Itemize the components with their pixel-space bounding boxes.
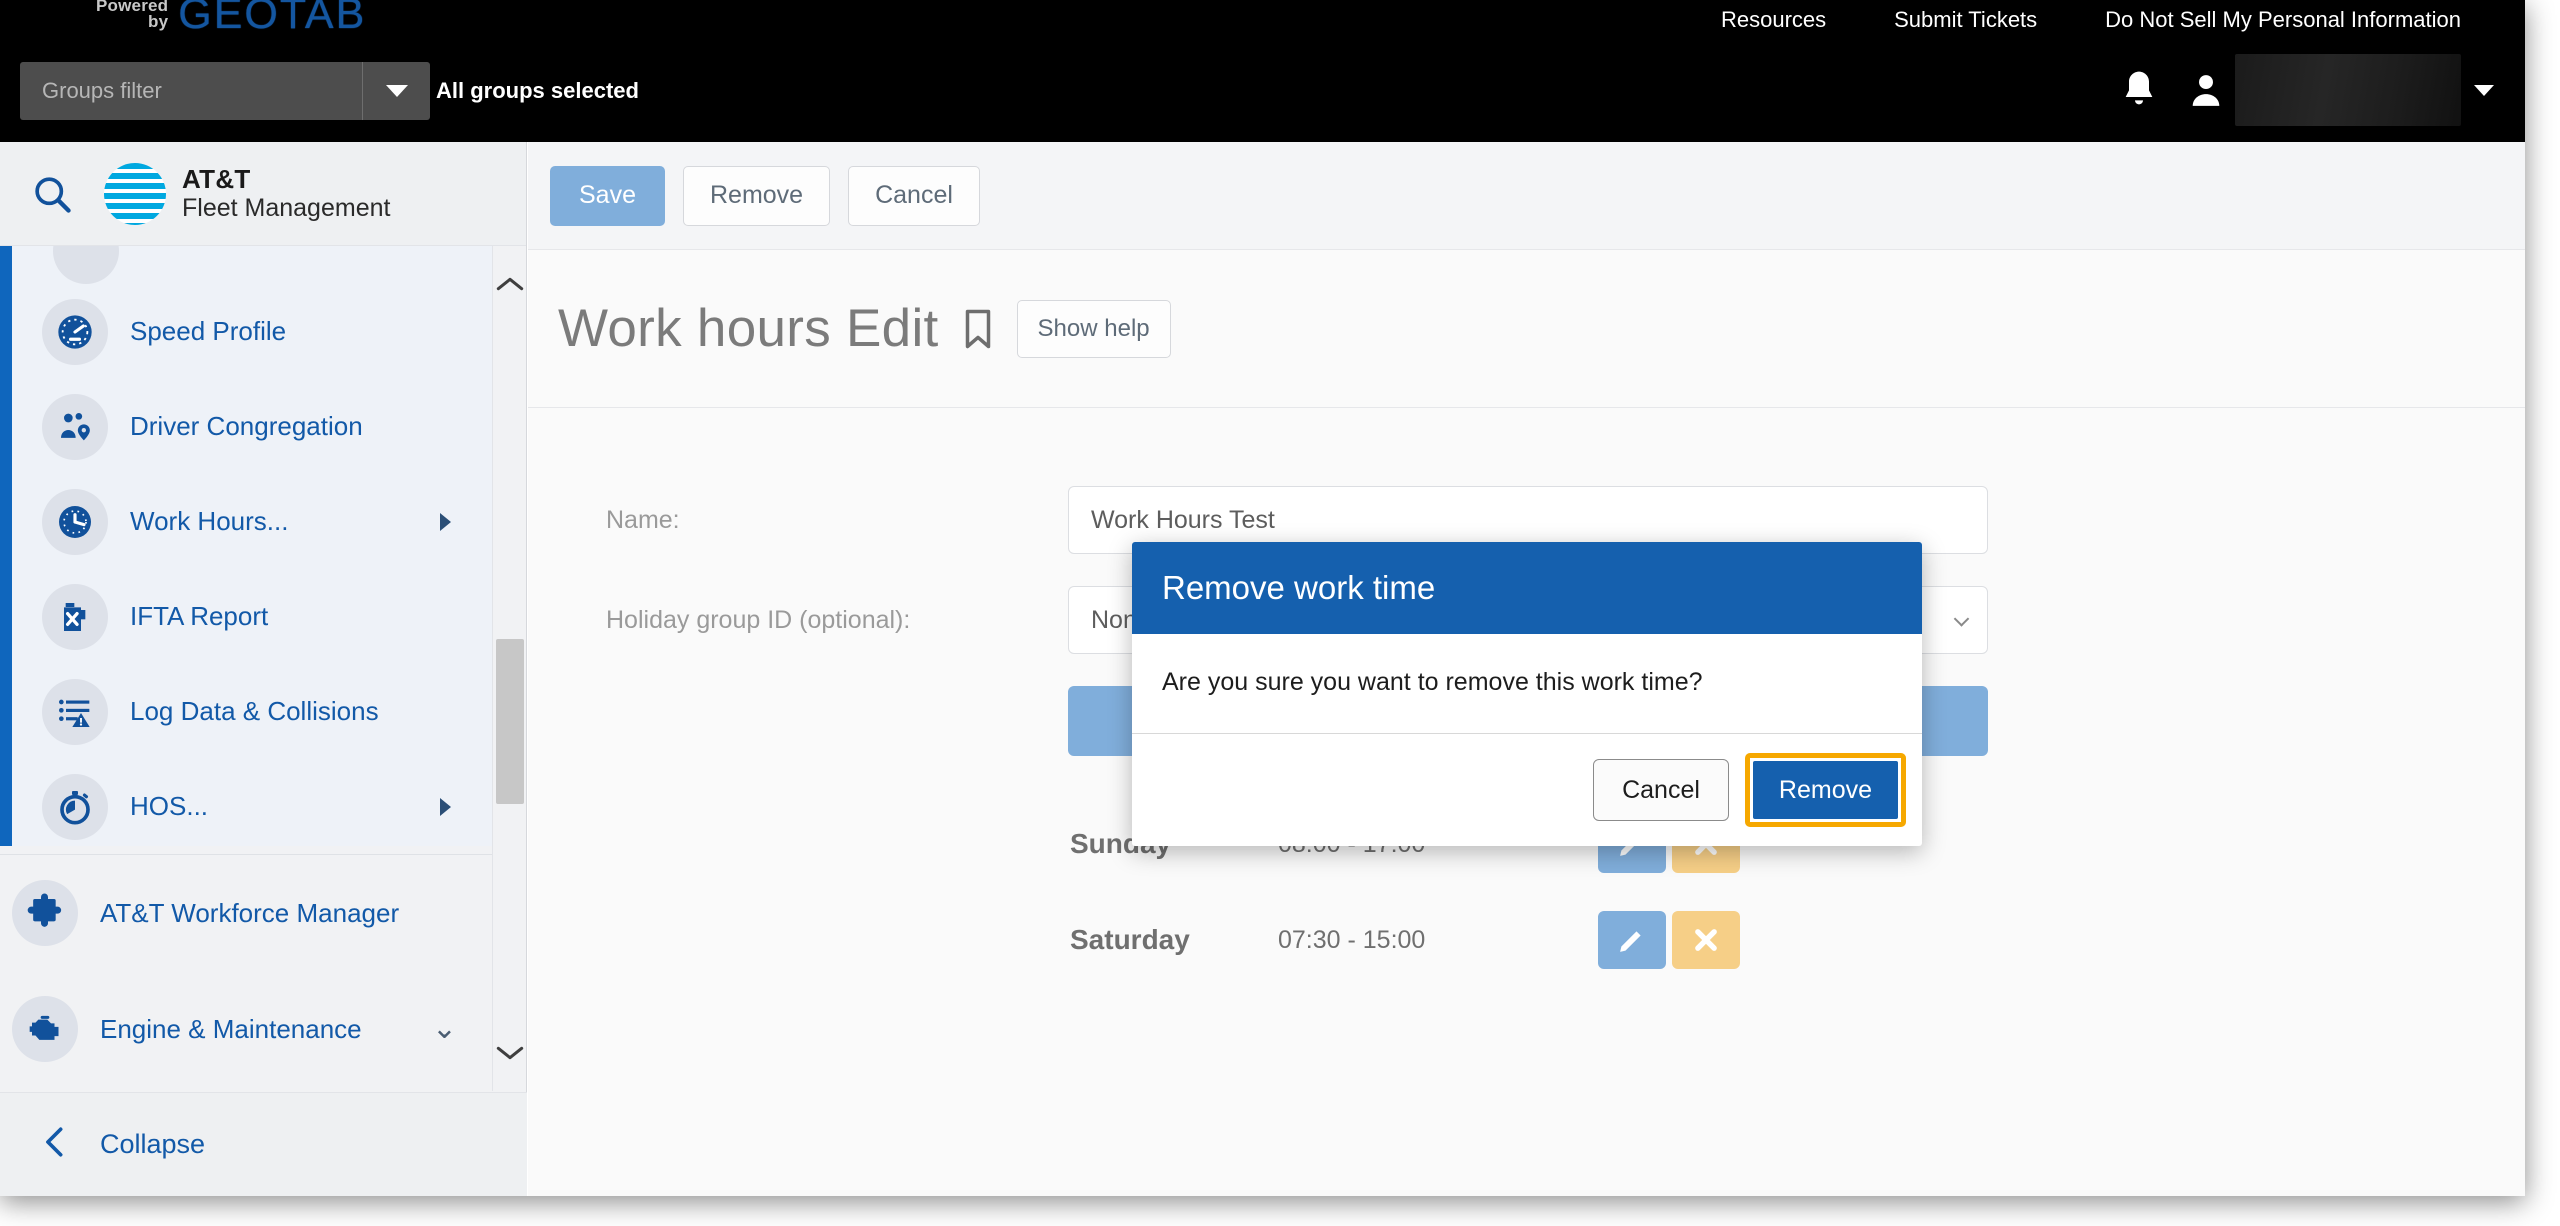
dialog-message: Are you sure you want to remove this wor… [1132, 634, 1922, 734]
sidebar-item-engine-maintenance[interactable]: Engine & Maintenance ⌄ [0, 971, 493, 1087]
att-globe-icon [104, 162, 166, 225]
page-header: Work hours Edit Show help [528, 250, 2525, 408]
nav-do-not-sell[interactable]: Do Not Sell My Personal Information [2071, 0, 2495, 40]
sidebar-scroll-area: Speed Profile Driver Congregation Work H… [0, 246, 526, 1091]
chevron-left-icon [40, 1125, 70, 1165]
bell-icon [2125, 71, 2153, 105]
list-alert-icon [42, 678, 108, 745]
groups-filter-input[interactable]: Groups filter [20, 62, 362, 120]
speedometer-icon [42, 298, 108, 365]
table-row: Saturday 07:30 - 15:00 [528, 892, 2525, 988]
sidebar-item-label: Log Data & Collisions [130, 696, 379, 726]
holiday-group-label: Holiday group ID (optional): [606, 605, 911, 634]
top-nav: Resources Submit Tickets Do Not Sell My … [1687, 0, 2495, 40]
chevron-right-icon [440, 512, 451, 531]
sidebar-item-ifta-report[interactable]: IFTA Report [0, 569, 493, 664]
dialog-cancel-button[interactable]: Cancel [1593, 759, 1729, 821]
day-time-range: 07:30 - 15:00 [1278, 925, 1426, 954]
att-brand-text: AT&T Fleet Management [182, 165, 390, 223]
collapse-label: Collapse [100, 1129, 206, 1159]
people-pin-icon [42, 393, 108, 460]
sidebar-item-hos[interactable]: HOS... [0, 759, 493, 854]
delete-work-time-button[interactable] [1672, 911, 1740, 969]
powered-by-geotab-logo: Powered by GEOTAB [96, 0, 366, 36]
sidebar-item-label: Engine & Maintenance [100, 1013, 362, 1044]
user-menu-dropdown-button[interactable] [2461, 84, 2507, 96]
sidebar-item-driver-congregation[interactable]: Driver Congregation [0, 379, 493, 474]
page-title: Work hours Edit [558, 299, 939, 358]
user-name-redacted[interactable] [2235, 54, 2461, 126]
action-toolbar: Save Remove Cancel [528, 142, 2525, 250]
bookmark-icon[interactable] [961, 308, 995, 350]
sidebar-item-label: Work Hours... [130, 506, 289, 536]
nav-resources[interactable]: Resources [1687, 0, 1860, 40]
groups-filter-dropdown-button[interactable] [362, 62, 430, 120]
edit-work-time-button[interactable] [1598, 911, 1666, 969]
top-bar: Powered by GEOTAB Resources Submit Ticke… [0, 0, 2525, 142]
sidebar: AT&T Fleet Management Speed Profile Driv… [0, 142, 527, 1196]
remove-button[interactable]: Remove [682, 165, 831, 226]
sidebar-scrollbar[interactable] [492, 246, 526, 1091]
sidebar-item-label: Driver Congregation [130, 411, 363, 441]
powered-by-text: Powered by [96, 0, 168, 30]
att-brand-line-2: Fleet Management [182, 193, 391, 222]
sidebar-search-button[interactable] [0, 142, 104, 246]
search-icon [35, 176, 71, 213]
dialog-remove-button[interactable]: Remove [1752, 761, 1898, 819]
sidebar-item-log-data-collisions[interactable]: Log Data & Collisions [0, 664, 493, 759]
dialog-actions: Cancel Remove [1132, 734, 1922, 846]
top-actions [2101, 52, 2507, 128]
person-icon [2192, 75, 2220, 106]
att-fleet-logo: AT&T Fleet Management [104, 162, 390, 225]
fuel-can-icon [42, 583, 108, 650]
att-brand-line-1: AT&T [182, 163, 251, 194]
clock-icon [42, 488, 108, 555]
row-actions [1598, 911, 1740, 969]
scroll-up-button[interactable] [493, 262, 526, 306]
stopwatch-icon [42, 773, 108, 840]
name-label: Name: [606, 505, 680, 534]
remove-work-time-dialog: Remove work time Are you sure you want t… [1132, 542, 1922, 846]
caret-down-icon [2474, 84, 2494, 96]
nav-submit-tickets[interactable]: Submit Tickets [1860, 0, 2071, 40]
sidebar-header: AT&T Fleet Management [0, 142, 526, 246]
cancel-button[interactable]: Cancel [848, 165, 980, 226]
day-name: Saturday [1070, 924, 1190, 955]
chevron-down-icon: ⌄ [431, 1012, 457, 1045]
chevron-right-icon [440, 797, 451, 816]
scrollbar-thumb[interactable] [496, 639, 524, 804]
sidebar-item-label: HOS... [130, 791, 209, 821]
dialog-remove-highlight: Remove [1744, 753, 1906, 827]
sidebar-item-speed-profile[interactable]: Speed Profile [0, 284, 493, 379]
show-help-button[interactable]: Show help [1016, 299, 1171, 358]
app-page: Powered by GEOTAB Resources Submit Ticke… [0, 0, 2525, 1196]
sidebar-item-label: Speed Profile [130, 316, 287, 346]
chevron-down-icon [1953, 611, 1970, 627]
scroll-down-button[interactable] [493, 1031, 526, 1075]
dialog-title: Remove work time [1132, 542, 1922, 634]
save-button[interactable]: Save [550, 165, 665, 226]
puzzle-icon [12, 880, 78, 946]
notifications-button[interactable] [2101, 52, 2177, 128]
engine-icon [12, 996, 78, 1062]
groups-status-text: All groups selected [436, 78, 639, 103]
by-word: by [148, 12, 169, 31]
sidebar-item-label: IFTA Report [130, 601, 269, 631]
geotab-wordmark: GEOTAB [178, 0, 367, 38]
sidebar-item-work-hours[interactable]: Work Hours... [0, 474, 493, 569]
sidebar-item-label: AT&T Workforce Manager [100, 897, 400, 928]
user-avatar-button[interactable] [2177, 52, 2235, 128]
caret-down-icon [385, 85, 408, 97]
groups-filter[interactable]: Groups filter [20, 62, 430, 120]
sidebar-collapse-button[interactable]: Collapse [0, 1092, 527, 1196]
sidebar-item-att-workforce-manager[interactable]: AT&T Workforce Manager [0, 855, 493, 971]
